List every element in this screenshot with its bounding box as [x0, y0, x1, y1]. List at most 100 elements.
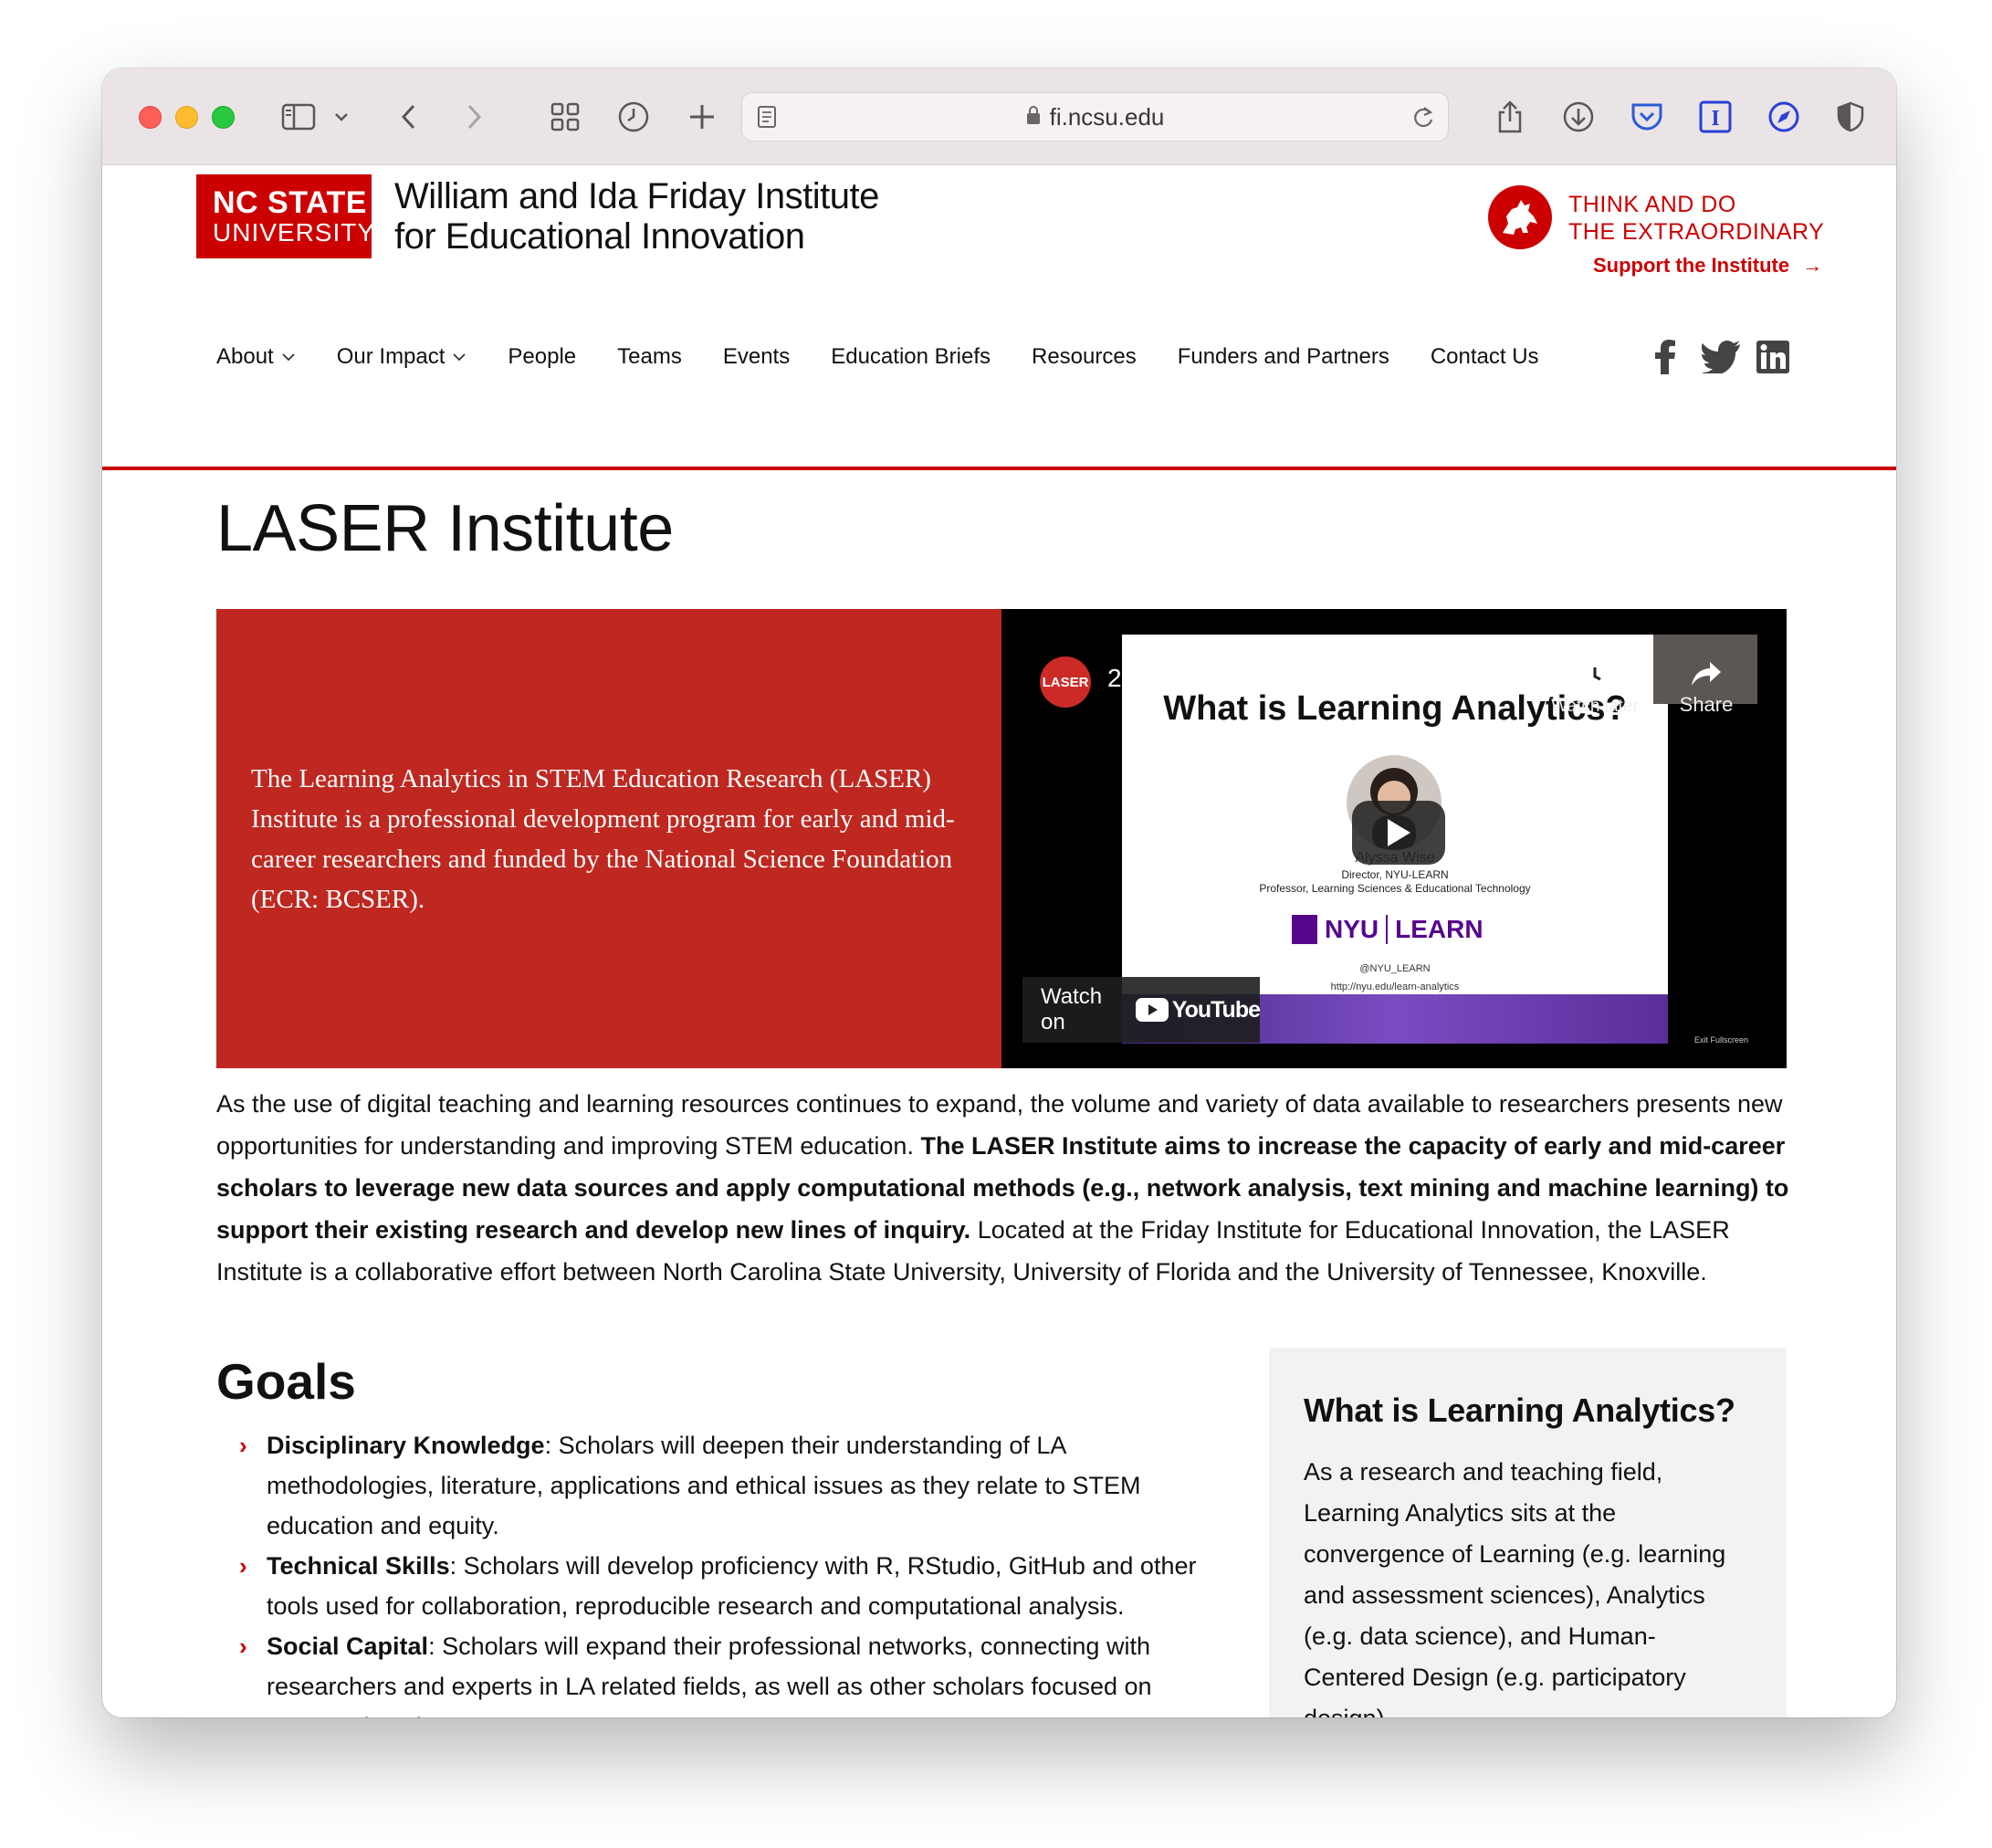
speaker-role: Director, NYU-LEARN Professor, Learning … [1122, 868, 1668, 896]
goal-term: Technical Skills [267, 1552, 450, 1580]
youtube-play-icon [1135, 998, 1169, 1022]
url-text: fi.ncsu.edu [1049, 102, 1165, 131]
share-video-button[interactable]: Share [1673, 660, 1739, 717]
nyu-learn-logo: NYU LEARN [1292, 915, 1484, 944]
youtube-wordmark: YouTube [1171, 996, 1261, 1023]
nyu-text: NYU [1325, 915, 1379, 943]
institute-name-line1: William and Ida Friday Institute [394, 176, 879, 216]
compass-extension-icon[interactable] [1764, 97, 1804, 137]
chevron-right-icon: › [239, 1432, 247, 1459]
intro-paragraph: As the use of digital teaching and learn… [216, 1083, 1791, 1293]
svg-text:I: I [1711, 107, 1719, 131]
goals-heading: Goals [216, 1353, 356, 1410]
nav-item-label: Funders and Partners [1177, 344, 1389, 369]
nyu-torch-icon [1292, 915, 1317, 944]
address-bar[interactable]: fi.ncsu.edu [741, 92, 1449, 142]
watch-later-label: Watch later [1551, 697, 1639, 716]
sidebar-text: As a research and teaching field, Learni… [1304, 1458, 1726, 1717]
tagline-line2: THE EXTRAORDINARY [1568, 219, 1825, 245]
logo-top-text: NC STATE [213, 185, 367, 220]
watch-on-label: Watch on [1041, 984, 1103, 1034]
video-title[interactable]: 2021 Summer Workshop Keynote [1107, 664, 1491, 693]
play-button[interactable] [1352, 801, 1445, 865]
tagline-line1: THINK AND DO [1568, 192, 1736, 217]
browser-window: fi.ncsu.edu I NC STATE UNIVERSITY Willia… [102, 68, 1896, 1717]
shield-icon[interactable] [1830, 97, 1871, 137]
nav-item-label: Resources [1031, 344, 1137, 369]
logo-bottom-text: UNIVERSITY [213, 218, 376, 247]
chevron-down-icon [453, 353, 467, 362]
clock-icon [1581, 662, 1609, 689]
close-window-button[interactable] [139, 106, 162, 129]
nav-item-our-impact[interactable]: Our Impact [337, 344, 467, 370]
video-embed[interactable]: What is Learning Analytics? Alyssa Wise … [1001, 609, 1787, 1068]
watch-on-youtube-button[interactable]: Watch on YouTube [1022, 977, 1261, 1043]
minimize-window-button[interactable] [175, 106, 198, 129]
learning-analytics-sidebar: What is Learning Analytics? As a researc… [1269, 1348, 1787, 1717]
support-link[interactable]: Support the Institute → [1593, 254, 1822, 278]
nav-item-people[interactable]: People [508, 344, 576, 370]
chevron-right-icon: › [239, 1552, 247, 1580]
main-nav: About Our Impact People Teams Events Edu… [216, 339, 1580, 375]
learn-text: LEARN [1395, 915, 1484, 943]
ncstate-logo[interactable]: NC STATE UNIVERSITY [196, 174, 376, 258]
goal-item: › Social Capital: Scholars will expand t… [237, 1626, 1214, 1717]
twitter-icon[interactable] [1702, 337, 1740, 377]
downloads-icon[interactable] [1558, 97, 1599, 137]
web-page: NC STATE UNIVERSITY William and Ida Frid… [102, 165, 1896, 1717]
support-link-label: Support the Institute [1593, 254, 1790, 277]
history-icon[interactable] [613, 97, 654, 137]
zoom-window-button[interactable] [212, 106, 235, 129]
header-divider [102, 467, 1896, 470]
goals-list: › Disciplinary Knowledge: Scholars will … [237, 1425, 1333, 1717]
youtube-logo: YouTube [1135, 996, 1261, 1024]
reload-icon[interactable] [1411, 104, 1435, 136]
page-title: LASER Institute [216, 492, 674, 565]
hero-text: The Learning Analytics in STEM Education… [251, 764, 955, 914]
nav-item-label: People [508, 344, 577, 369]
sidebar-toggle-icon[interactable] [278, 97, 319, 137]
lock-icon [1026, 103, 1041, 131]
nav-item-label: Teams [617, 344, 682, 369]
nav-item-funders-and-partners[interactable]: Funders and Partners [1178, 344, 1389, 370]
goal-term: Social Capital [267, 1633, 429, 1660]
nav-item-about[interactable]: About [216, 344, 296, 370]
nav-item-label: Education Briefs [831, 344, 991, 369]
goal-term: Disciplinary Knowledge [267, 1432, 545, 1459]
watch-later-button[interactable]: Watch later [1540, 660, 1650, 717]
nav-item-resources[interactable]: Resources [1032, 344, 1137, 370]
back-icon[interactable] [389, 97, 429, 137]
nav-item-contact-us[interactable]: Contact Us [1431, 344, 1539, 370]
goal-item: › Disciplinary Knowledge: Scholars will … [237, 1425, 1223, 1546]
nyu-handle: @NYU_LEARN [1359, 963, 1431, 974]
share-label: Share [1679, 693, 1734, 716]
reader-icon[interactable] [757, 105, 777, 135]
nav-item-label: About [216, 344, 274, 369]
chevron-down-icon[interactable] [321, 97, 362, 137]
forward-icon[interactable] [454, 97, 494, 137]
institute-name[interactable]: William and Ida Friday Institute for Edu… [394, 176, 879, 257]
tagline: THINK AND DO THE EXTRAORDINARY [1568, 191, 1824, 246]
wolf-icon[interactable] [1488, 185, 1552, 249]
speaker-role-line1: Director, NYU-LEARN [1341, 868, 1449, 881]
new-tab-icon[interactable] [682, 97, 722, 137]
facebook-icon[interactable] [1654, 337, 1676, 377]
nav-item-label: Events [722, 344, 791, 369]
browser-toolbar: fi.ncsu.edu I [102, 68, 1896, 165]
sidebar-heading: What is Learning Analytics? [1304, 1391, 1735, 1429]
channel-logo[interactable]: LASER [1040, 656, 1091, 708]
play-icon [1388, 819, 1410, 846]
share-icon[interactable] [1490, 97, 1530, 137]
nav-item-teams[interactable]: Teams [617, 344, 682, 370]
chevron-right-icon: › [239, 1633, 247, 1660]
pocket-icon[interactable] [1627, 97, 1667, 137]
share-arrow-icon [1692, 662, 1721, 686]
nav-item-label: Contact Us [1430, 344, 1539, 369]
speaker-role-line2: Professor, Learning Sciences & Education… [1259, 882, 1531, 895]
instapaper-icon[interactable]: I [1695, 97, 1735, 137]
nav-item-education-briefs[interactable]: Education Briefs [831, 344, 991, 370]
hero-panel: The Learning Analytics in STEM Education… [216, 609, 1001, 1068]
tab-overview-icon[interactable] [545, 97, 585, 137]
linkedin-icon[interactable] [1756, 337, 1789, 377]
nav-item-events[interactable]: Events [723, 344, 790, 370]
